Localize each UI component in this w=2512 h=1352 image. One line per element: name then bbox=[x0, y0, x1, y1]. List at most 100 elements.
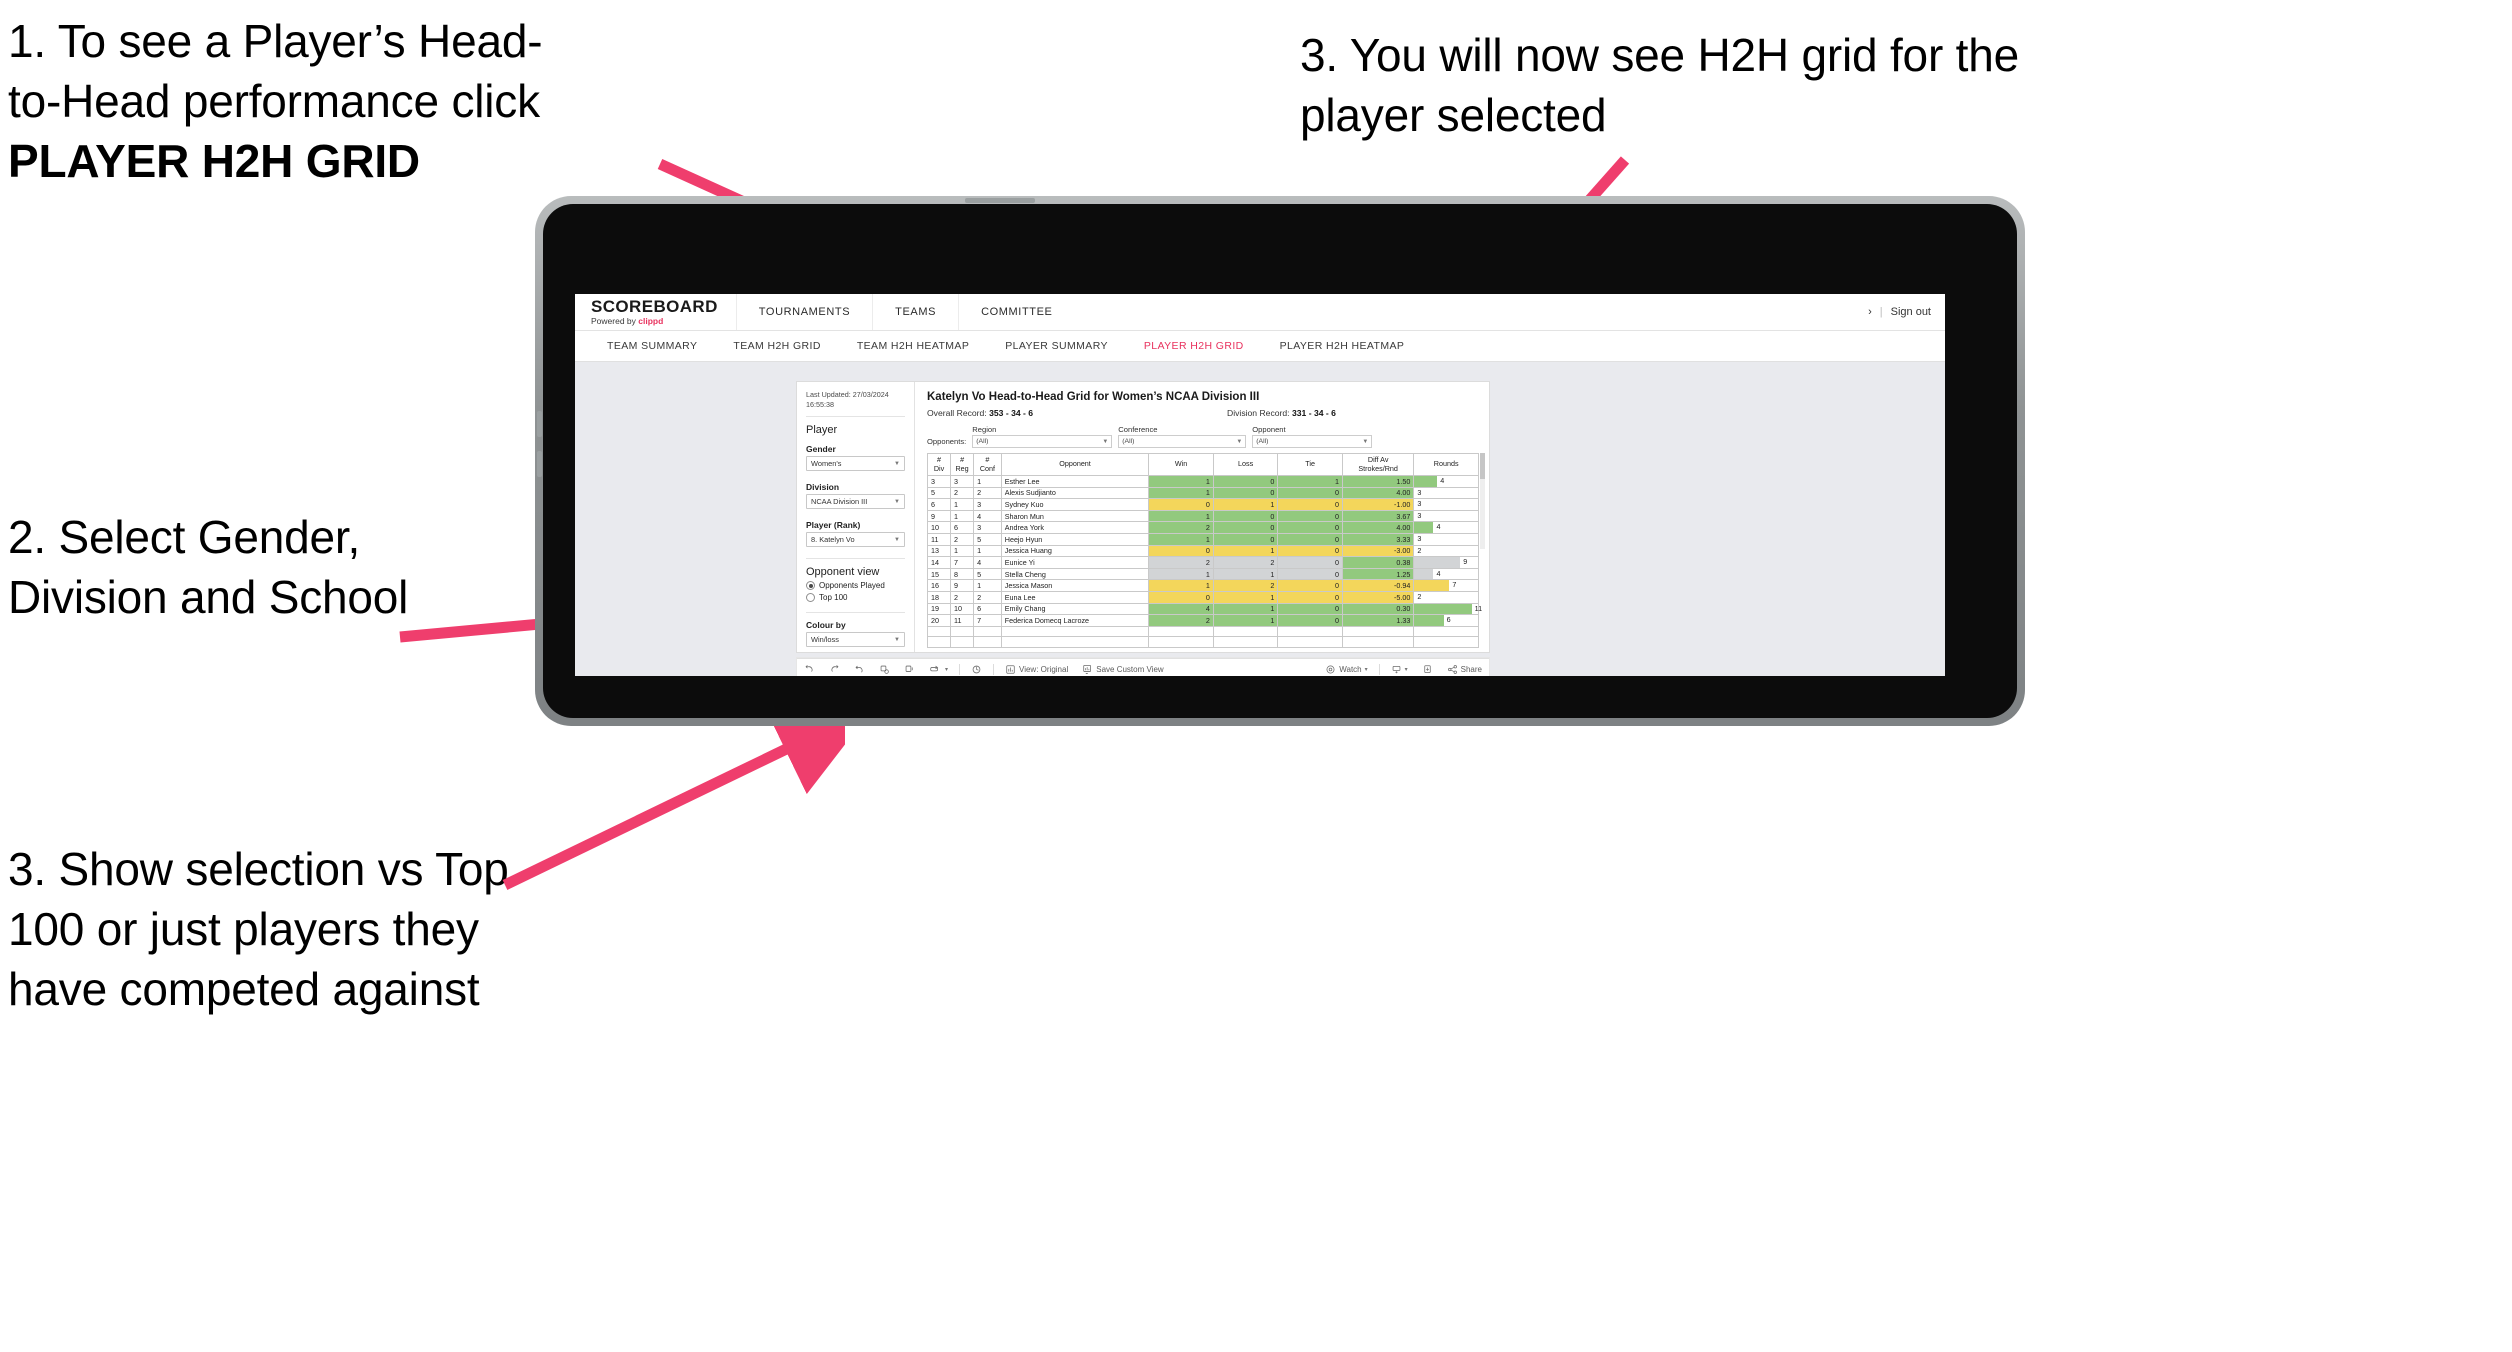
undo-button[interactable] bbox=[797, 664, 822, 675]
opponent-filter-label: Opponent bbox=[1252, 425, 1286, 434]
player-rank-label: Player (Rank) bbox=[806, 520, 861, 531]
refresh-button[interactable] bbox=[872, 664, 897, 675]
tab-team-h2h-grid[interactable]: TEAM H2H GRID bbox=[715, 340, 838, 352]
cell-loss: 1 bbox=[1212, 498, 1279, 511]
division-select[interactable]: NCAA Division III ▼ bbox=[806, 494, 905, 510]
table-row[interactable]: 10 6 3 Andrea York 2 0 0 4.00 4 bbox=[926, 521, 1479, 534]
table-row[interactable]: 15 8 5 Stella Cheng 1 1 0 1.25 4 bbox=[926, 567, 1479, 581]
table-row[interactable]: 20 11 7 Federica Domecq Lacroze 2 1 0 1.33 6 bbox=[926, 614, 1479, 627]
table-row[interactable]: 13 1 1 Jessica Huang 0 1 0 -3.00 2 bbox=[926, 544, 1479, 558]
column-header[interactable]: Rounds bbox=[1413, 453, 1479, 476]
cell-win: 2 bbox=[1148, 614, 1214, 627]
opponent-filter-select[interactable]: (All) ▼ bbox=[1252, 435, 1373, 448]
watch-button[interactable]: Watch ▾ bbox=[1318, 664, 1374, 675]
radio-top-100[interactable]: Top 100 bbox=[806, 593, 905, 603]
callout-step-3: 3. Show selection vs Top 100 or just pla… bbox=[8, 843, 509, 1015]
cell-rounds-bar: 4 bbox=[1413, 475, 1479, 488]
h2h-table-body: 3 3 1 Esther Lee 1 0 1 1.50 4 5 2 2 Alexis Sudjianto… bbox=[926, 475, 1482, 648]
chevron-right-icon[interactable]: › bbox=[1868, 306, 1872, 318]
colour-by-label: Colour by bbox=[806, 620, 846, 631]
redo-button[interactable] bbox=[822, 664, 847, 675]
colour-by-select[interactable]: Win/loss ▼ bbox=[806, 632, 905, 648]
player-rank-select[interactable]: 8. Katelyn Vo ▼ bbox=[806, 532, 905, 548]
rounds-bar bbox=[1414, 580, 1450, 591]
column-header[interactable]: Win bbox=[1148, 453, 1214, 476]
callout-step-2: 2. Select Gender, Division and School bbox=[8, 511, 409, 623]
table-row[interactable]: 11 2 5 Heejo Hyun 1 0 0 3.33 3 bbox=[926, 532, 1479, 546]
cell-div-rank: 19 bbox=[926, 602, 952, 616]
cell-region-rank: 11 bbox=[950, 614, 975, 627]
column-header[interactable]: Loss bbox=[1212, 453, 1279, 476]
table-row[interactable]: 14 7 4 Eunice Yi 2 2 0 0.38 9 bbox=[926, 556, 1479, 569]
tab-player-summary[interactable]: PLAYER SUMMARY bbox=[987, 340, 1126, 352]
cell-loss: 2 bbox=[1212, 579, 1279, 592]
cell-rounds-bar: 3 bbox=[1413, 532, 1479, 546]
share-label: Share bbox=[1460, 664, 1482, 674]
scrollbar-thumb[interactable] bbox=[1480, 453, 1485, 479]
pause-updates-button[interactable] bbox=[897, 664, 922, 675]
cell-diff-av-strokes: 1.50 bbox=[1341, 475, 1415, 488]
cell-rounds-bar: 2 bbox=[1413, 590, 1479, 604]
tab-player-h2h-heatmap[interactable]: PLAYER H2H HEATMAP bbox=[1262, 340, 1423, 352]
cell-diff-av-strokes: 3.33 bbox=[1341, 532, 1415, 546]
table-row[interactable]: 19 10 6 Emily Chang 4 1 0 0.30 11 bbox=[926, 602, 1482, 616]
cell-loss: 1 bbox=[1212, 590, 1279, 604]
tab-team-summary[interactable]: TEAM SUMMARY bbox=[589, 340, 715, 352]
cell-empty bbox=[926, 625, 952, 638]
cell-diff-av-strokes: -5.00 bbox=[1341, 590, 1415, 604]
tab-team-h2h-heatmap[interactable]: TEAM H2H HEATMAP bbox=[839, 340, 987, 352]
table-row[interactable]: 16 9 1 Jessica Mason 1 2 0 -0.94 7 bbox=[926, 579, 1479, 592]
pause-auto-update-button[interactable] bbox=[964, 664, 989, 675]
cell-rounds-bar: 9 bbox=[1413, 556, 1479, 569]
secondary-nav: TEAM SUMMARY TEAM H2H GRID TEAM H2H HEAT… bbox=[575, 331, 1945, 362]
rounds-value: 4 bbox=[1436, 522, 1441, 532]
cell-region-rank: 3 bbox=[950, 475, 975, 488]
nav-item-committee[interactable]: COMMITTEE bbox=[958, 294, 1074, 330]
cell-region-rank: 2 bbox=[950, 532, 975, 546]
table-row[interactable]: 9 1 4 Sharon Mun 1 0 0 3.67 3 bbox=[926, 509, 1479, 523]
save-custom-view-button[interactable]: Save Custom View bbox=[1075, 664, 1170, 675]
gender-select[interactable]: Women's ▼ bbox=[806, 456, 905, 472]
cell-empty bbox=[1413, 636, 1479, 648]
column-header[interactable]: # Div bbox=[926, 453, 952, 476]
table-row[interactable]: 3 3 1 Esther Lee 1 0 1 1.50 4 bbox=[926, 475, 1479, 488]
cell-empty bbox=[1413, 625, 1479, 638]
tab-player-h2h-grid[interactable]: PLAYER H2H GRID bbox=[1126, 340, 1262, 352]
revert-button[interactable] bbox=[847, 664, 872, 675]
cell-div-rank: 18 bbox=[926, 590, 952, 604]
cell-win: 1 bbox=[1148, 532, 1214, 546]
table-row[interactable]: 18 2 2 Euna Lee 0 1 0 -5.00 2 bbox=[926, 590, 1479, 604]
view-original-button[interactable]: View: Original bbox=[998, 664, 1075, 675]
brand-logo[interactable]: SCOREBOARD Powered by clippd bbox=[575, 298, 736, 326]
nav-item-teams[interactable]: TEAMS bbox=[872, 294, 958, 330]
tablet-volume-up-button[interactable] bbox=[537, 411, 542, 437]
column-header[interactable]: Opponent bbox=[1000, 453, 1150, 476]
cell-region-rank: 9 bbox=[950, 579, 975, 592]
nav-item-tournaments[interactable]: TOURNAMENTS bbox=[735, 294, 872, 330]
cell-empty bbox=[1277, 636, 1343, 648]
callout-step-1: 1. To see a Player’s Head- to-Head perfo… bbox=[8, 12, 748, 191]
table-row[interactable]: 5 2 2 Alexis Sudjianto 1 0 0 4.00 3 bbox=[926, 486, 1479, 500]
region-filter-select[interactable]: (All) ▼ bbox=[972, 435, 1113, 448]
sign-out-link[interactable]: Sign out bbox=[1891, 306, 1931, 318]
tablet-power-button[interactable] bbox=[965, 198, 1035, 203]
cell-diff-av-strokes: 0.38 bbox=[1341, 556, 1415, 569]
radio-opponents-played[interactable]: Opponents Played bbox=[806, 581, 905, 591]
table-row[interactable]: 6 1 3 Sydney Kuo 0 1 0 -1.00 3 bbox=[926, 498, 1479, 511]
column-header[interactable]: Tie bbox=[1277, 453, 1343, 476]
column-header[interactable]: # Conf bbox=[973, 453, 1002, 476]
chevron-down-icon: ▼ bbox=[1102, 438, 1109, 445]
device-preview-button[interactable]: ▾ bbox=[922, 664, 955, 675]
column-header[interactable]: # Reg bbox=[950, 453, 975, 476]
cell-region-rank: 8 bbox=[950, 567, 975, 581]
conference-filter-select[interactable]: (All) ▼ bbox=[1118, 435, 1247, 448]
tablet-volume-down-button[interactable] bbox=[537, 451, 542, 477]
cell-win: 0 bbox=[1148, 544, 1214, 558]
column-header[interactable]: Diff Av Strokes/Rnd bbox=[1341, 453, 1415, 476]
rounds-value: 4 bbox=[1440, 476, 1445, 485]
cell-tie: 0 bbox=[1277, 532, 1343, 546]
download-button[interactable] bbox=[1415, 664, 1440, 675]
table-scrollbar[interactable] bbox=[1480, 453, 1485, 549]
add-alert-button[interactable]: ▾ bbox=[1384, 664, 1415, 675]
share-button[interactable]: Share bbox=[1440, 664, 1489, 675]
